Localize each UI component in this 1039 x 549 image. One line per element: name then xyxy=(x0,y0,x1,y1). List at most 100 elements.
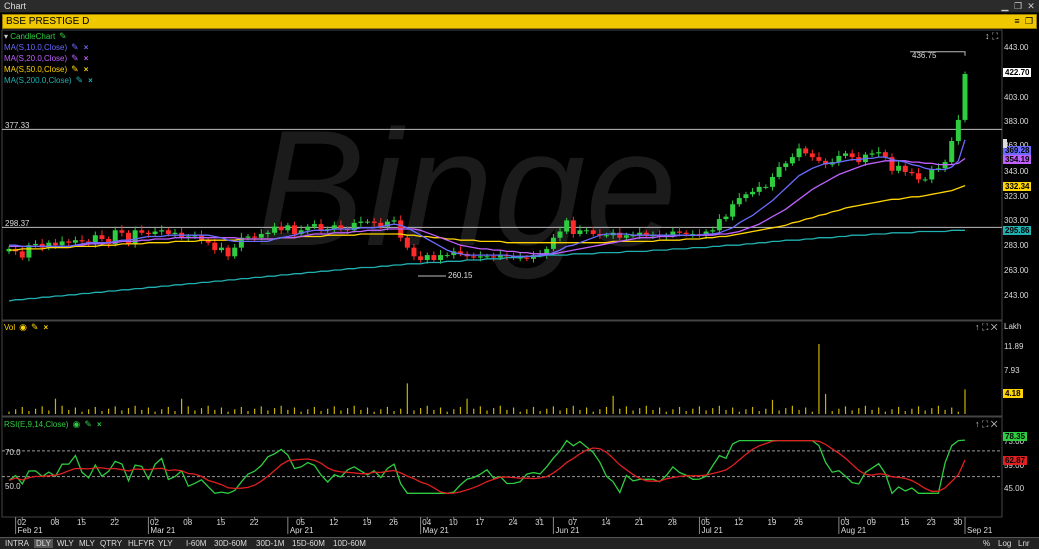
legend-ma20[interactable]: MA(S,20.0,Close) ✎ × xyxy=(4,53,93,64)
y-tick: 323.00 xyxy=(1004,192,1029,201)
candle-body xyxy=(922,179,928,181)
tf-30d-1m[interactable]: 30D-1M xyxy=(256,539,284,548)
x-day-label: 12 xyxy=(734,518,743,527)
volume-legend[interactable]: Vol ◉ ✎ × xyxy=(4,322,48,333)
rsi-legend[interactable]: RSI(E,9,14,Close) ◉ ✎ × xyxy=(4,419,102,430)
y-tick: 403.00 xyxy=(1004,93,1029,102)
remove-icon[interactable]: × xyxy=(97,419,102,430)
x-day-label: 14 xyxy=(602,518,611,527)
candle-body xyxy=(803,148,809,154)
volume-panel[interactable] xyxy=(1,320,1003,417)
candle-body xyxy=(809,153,815,158)
tf-wly[interactable]: WLY xyxy=(57,539,74,548)
pencil-icon[interactable]: ✎ xyxy=(71,64,79,75)
tf-yly[interactable]: YLY xyxy=(158,539,173,548)
x-day-label: 09 xyxy=(867,518,876,527)
log-button[interactable]: Log xyxy=(998,539,1011,548)
legend-candlechart[interactable]: ▾ CandleChart ✎ xyxy=(4,31,93,42)
candle-body xyxy=(424,255,430,261)
header-restore-icon[interactable]: ❐ xyxy=(1024,15,1034,28)
candle-body xyxy=(743,194,749,199)
x-day-label: 17 xyxy=(475,518,484,527)
candle-body xyxy=(152,231,158,234)
candle-body xyxy=(577,230,583,234)
tf-hlfyr[interactable]: HLFYR xyxy=(128,539,154,548)
candle-body xyxy=(218,247,224,251)
candle-body xyxy=(843,153,848,156)
candle-body xyxy=(272,226,278,233)
candle-body xyxy=(371,221,377,223)
legend-ma10[interactable]: MA(S,10.0,Close) ✎ × xyxy=(4,42,93,53)
x-day-label: 19 xyxy=(363,518,372,527)
candle-body xyxy=(52,242,58,246)
minimize-icon[interactable]: ▁ xyxy=(1000,0,1010,12)
pencil-icon[interactable]: ✎ xyxy=(76,75,84,86)
candle-body xyxy=(444,255,450,257)
tf-15d-60m[interactable]: 15D-60M xyxy=(292,539,325,548)
candle-body xyxy=(258,234,264,238)
pencil-icon[interactable]: ✎ xyxy=(71,53,79,64)
candle-body xyxy=(763,186,769,188)
candle-body xyxy=(849,153,855,158)
header-menu-icon[interactable]: ≡ xyxy=(1012,15,1022,28)
candle-body xyxy=(484,256,490,258)
percent-button[interactable]: % xyxy=(983,539,990,548)
level-label-high: 377.33 xyxy=(5,121,30,130)
candle-body xyxy=(730,204,736,217)
bottom-toolbar: INTRA DLY WLY MLY QTRY HLFYR YLY I-60M 3… xyxy=(0,537,1039,549)
tf-qtry[interactable]: QTRY xyxy=(100,539,122,548)
rsi-panel[interactable] xyxy=(1,416,1003,518)
legend-ma50[interactable]: MA(S,50.0,Close) ✎ × xyxy=(4,64,93,75)
chart-canvas[interactable]: Binge 02 08 15 22 02 08 15 22 05 12 19 26 04 10 17 24 31… xyxy=(0,0,1039,549)
tf-mly[interactable]: MLY xyxy=(79,539,95,548)
window-title: Chart xyxy=(4,1,27,11)
candle-body xyxy=(776,167,782,177)
candle-body xyxy=(285,225,291,231)
window-titlebar[interactable]: Chart ▁ ❐ ✕ xyxy=(0,0,1039,13)
x-day-label: 12 xyxy=(329,518,338,527)
tf-intra[interactable]: INTRA xyxy=(5,539,29,548)
legend-ma200[interactable]: MA(S,200.0,Close) ✎ × xyxy=(4,75,93,86)
y-tick: 243.00 xyxy=(1004,291,1029,300)
candle-body xyxy=(305,226,311,231)
panel-controls-rsi[interactable]: ↑ ⛶ ✕ xyxy=(975,419,998,430)
x-day-label: 24 xyxy=(509,518,518,527)
ma20-badge: 354.19 xyxy=(1003,155,1032,164)
collapse-icon[interactable]: ▾ xyxy=(4,32,8,41)
ma200-badge: 295.86 xyxy=(1003,226,1032,235)
eye-icon[interactable]: ◉ xyxy=(72,419,80,430)
symbol-header[interactable]: BSE PRESTIGE D ≡ ❐ xyxy=(2,14,1037,29)
candle-body xyxy=(723,216,729,220)
candle-body xyxy=(66,241,72,243)
y-tick: 263.00 xyxy=(1004,266,1029,275)
candle-body xyxy=(477,256,483,258)
y-tick: 45.00 xyxy=(1004,484,1025,493)
candle-body xyxy=(909,172,915,174)
linear-button[interactable]: Lnr xyxy=(1018,539,1030,548)
tf-i-60m[interactable]: I-60M xyxy=(186,539,206,548)
panel-controls-volume[interactable]: ↑ ⛶ ✕ xyxy=(975,322,998,333)
panel-controls-price[interactable]: ↕ ⛶ xyxy=(985,31,998,42)
pencil-icon[interactable]: ✎ xyxy=(31,322,39,333)
eye-icon[interactable]: ◉ xyxy=(19,322,27,333)
tf-10d-60m[interactable]: 10D-60M xyxy=(333,539,366,548)
remove-icon[interactable]: × xyxy=(84,64,89,75)
pencil-icon[interactable]: ✎ xyxy=(84,419,92,430)
candle-body xyxy=(789,157,795,164)
candle-body xyxy=(311,224,317,227)
candle-body xyxy=(438,255,444,261)
remove-icon[interactable]: × xyxy=(84,42,89,53)
remove-icon[interactable]: × xyxy=(84,53,89,64)
remove-icon[interactable]: × xyxy=(88,75,93,86)
remove-icon[interactable]: × xyxy=(44,322,49,333)
restore-icon[interactable]: ❐ xyxy=(1013,0,1023,12)
tf-30d-60m[interactable]: 30D-60M xyxy=(214,539,247,548)
candle-body xyxy=(710,230,716,232)
pencil-icon[interactable]: ✎ xyxy=(59,31,67,42)
x-day-label: 08 xyxy=(183,518,192,527)
candle-body xyxy=(736,198,742,205)
pencil-icon[interactable]: ✎ xyxy=(71,42,79,53)
close-icon[interactable]: ✕ xyxy=(1026,0,1036,12)
candle-body xyxy=(404,237,410,248)
tf-dly[interactable]: DLY xyxy=(34,539,53,548)
